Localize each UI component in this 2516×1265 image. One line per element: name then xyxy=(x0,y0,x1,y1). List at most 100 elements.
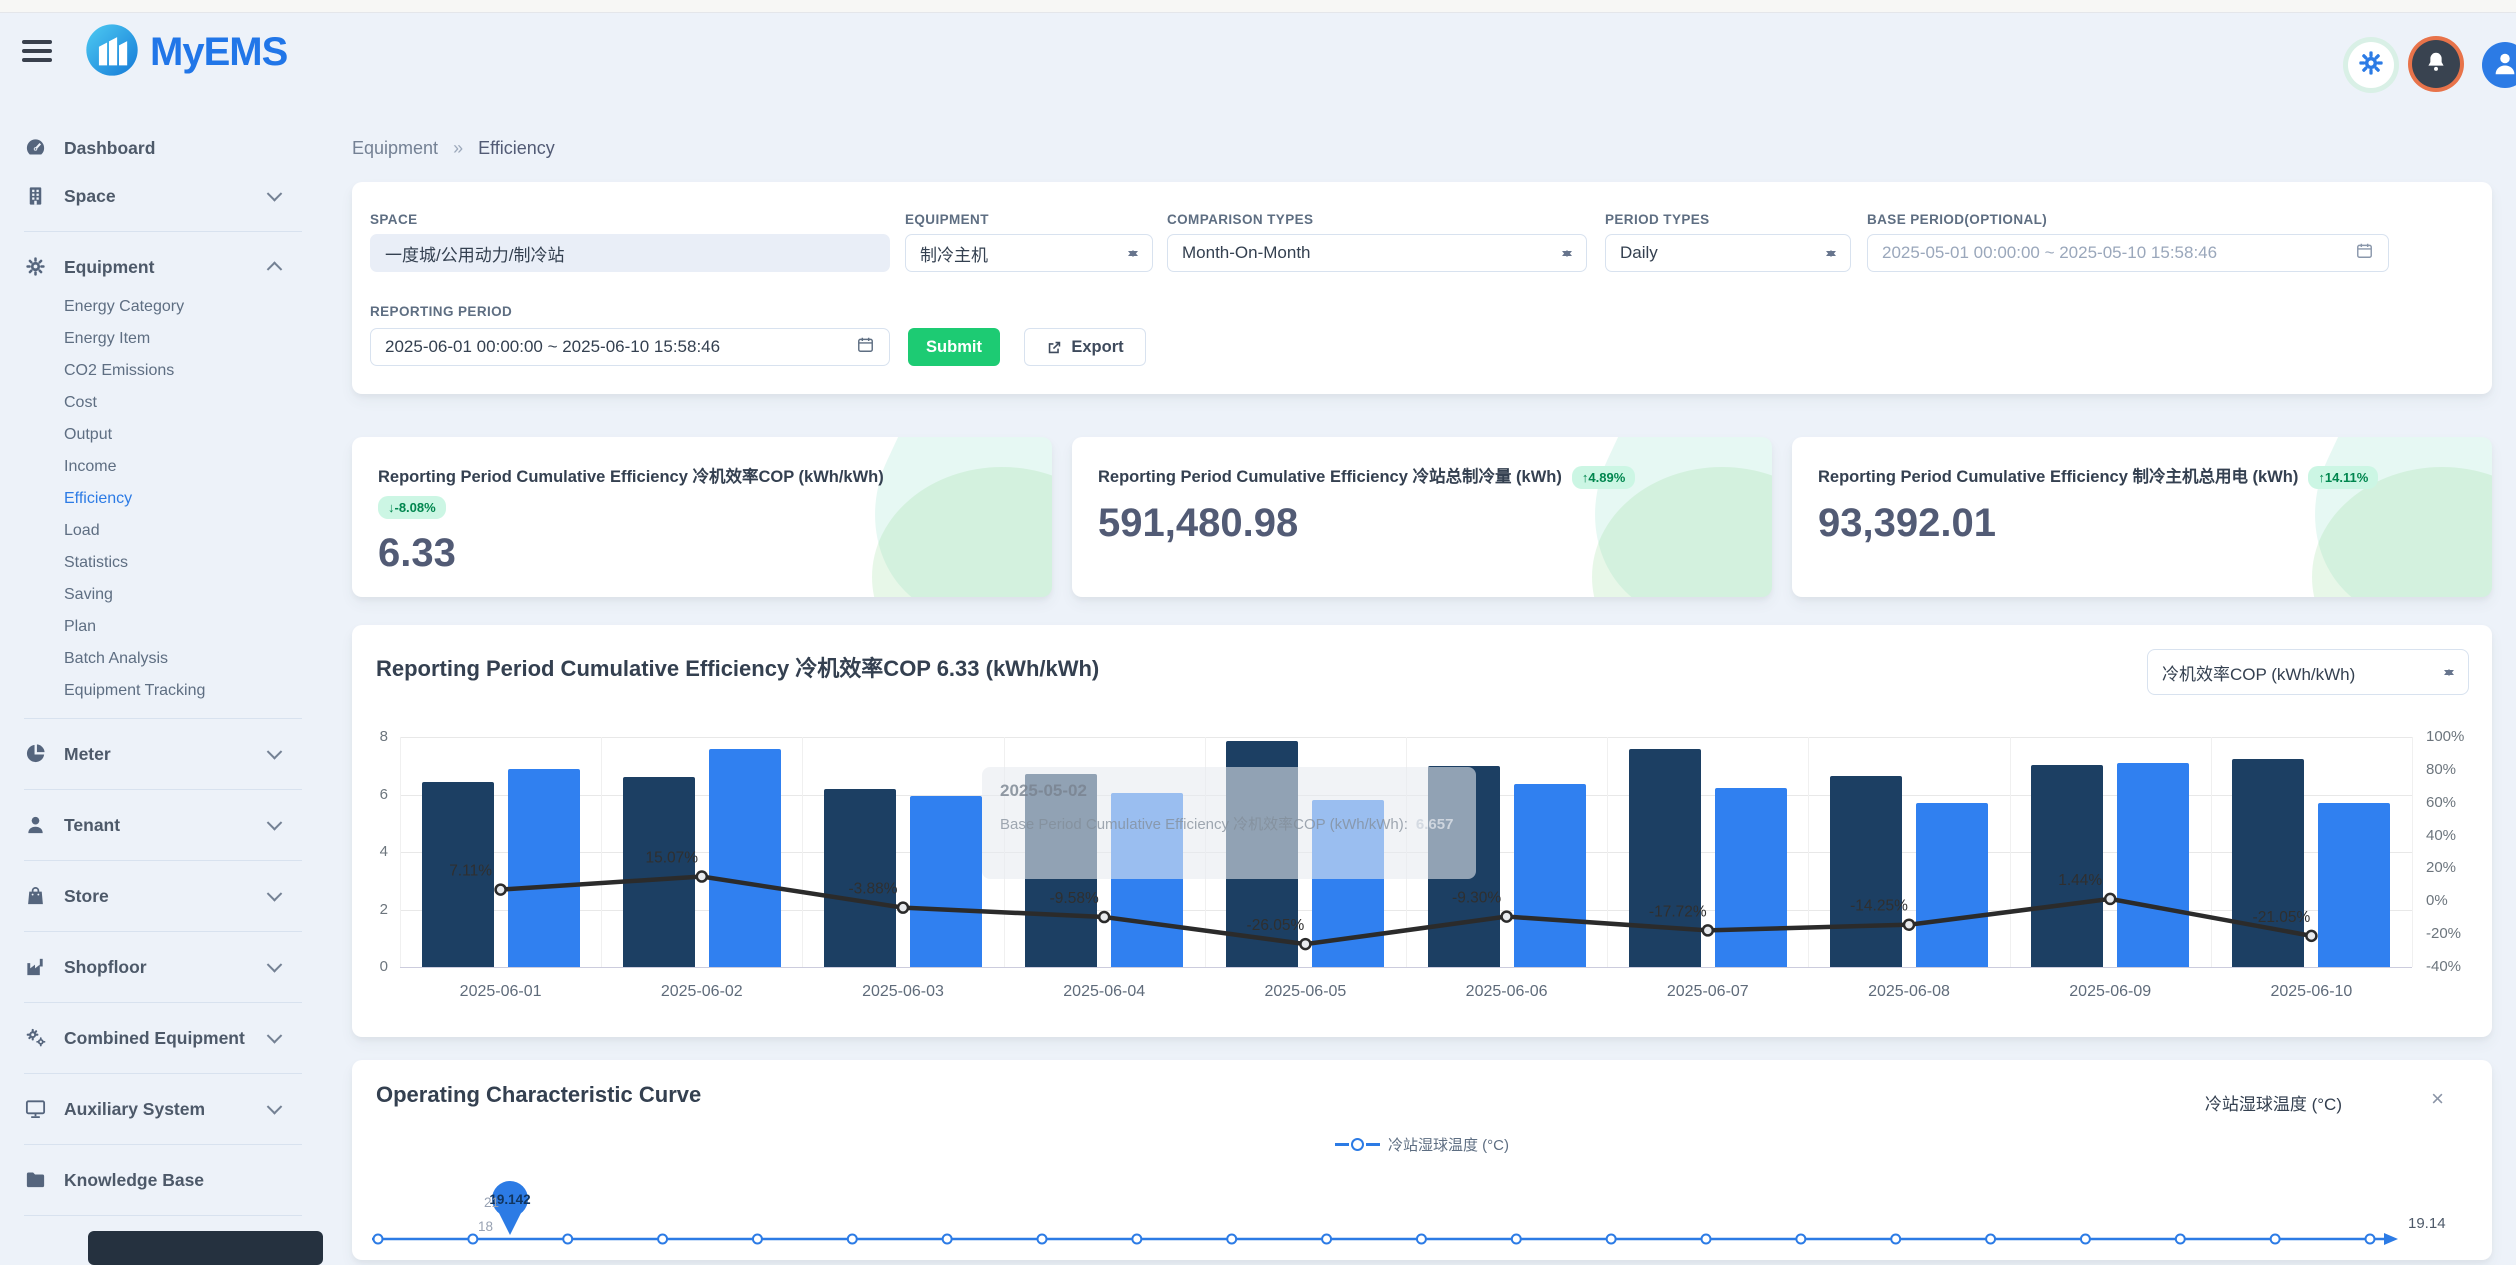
svg-text:7.11%: 7.11% xyxy=(449,863,492,880)
sidebar-item-co2-emissions[interactable]: CO2 Emissions xyxy=(0,355,322,387)
x-axis-tick: 2025-06-09 xyxy=(2010,983,2211,1001)
sidebar-item-space[interactable]: Space xyxy=(0,172,322,220)
sidebar-divider xyxy=(24,231,302,232)
kpi-title: Reporting Period Cumulative Efficiency 冷… xyxy=(378,468,884,486)
svg-text:15.07%: 15.07% xyxy=(646,850,699,867)
sidebar-item-income[interactable]: Income xyxy=(0,451,322,483)
sidebar-divider xyxy=(24,1215,302,1216)
sidebar-nav: Dashboard Space EquipmentEnergy CategoryEn… xyxy=(0,110,322,1227)
kpi-trend-badge: ↓-8.08% xyxy=(378,496,446,519)
y-axis-tick: 0 xyxy=(352,958,388,975)
sidebar-item-combined-equipment[interactable]: Combined Equipment xyxy=(0,1014,322,1062)
settings-gear-button[interactable] xyxy=(2348,42,2394,88)
sidebar-item-cost[interactable]: Cost xyxy=(0,387,322,419)
curve-end-value: 19.14 xyxy=(2408,1215,2446,1232)
user-avatar-icon xyxy=(2490,48,2516,83)
sidebar-item-equipment[interactable]: Equipment xyxy=(0,243,322,291)
parameter-select[interactable]: 冷机效率COP (kWh/kWh) xyxy=(2147,649,2469,695)
kpi-value: 6.33 xyxy=(378,531,1026,576)
sidebar-item-meter[interactable]: Meter xyxy=(0,730,322,778)
gear-icon xyxy=(2357,49,2385,82)
chevron-down-icon xyxy=(267,744,283,760)
curve-parameter-chip[interactable]: 冷站湿球温度 (°C) xyxy=(2205,1090,2342,1115)
myems-logo-icon xyxy=(84,22,140,83)
sidebar-divider xyxy=(24,931,302,932)
y-axis-right-tick: 0% xyxy=(2426,892,2486,909)
y-axis-tick: 4 xyxy=(352,843,388,860)
sidebar-item-label: Dashboard xyxy=(64,138,155,159)
sidebar-item-knowledge-base[interactable]: Knowledge Base xyxy=(0,1156,322,1204)
chevron-down-icon xyxy=(267,186,283,202)
x-axis-tick: 2025-06-05 xyxy=(1205,983,1406,1001)
user-avatar[interactable] xyxy=(2482,42,2516,88)
y-axis-tick: 2 xyxy=(352,901,388,918)
monitor-icon xyxy=(24,1097,48,1121)
hamburger-menu-icon[interactable] xyxy=(22,40,52,62)
breadcrumb-parent[interactable]: Equipment xyxy=(352,138,438,158)
sidebar-item-store[interactable]: Store xyxy=(0,872,322,920)
x-axis-tick: 2025-06-07 xyxy=(1607,983,1808,1001)
y-axis-right-tick: 20% xyxy=(2426,859,2486,876)
bell-icon xyxy=(2423,49,2449,80)
legend-dot-icon xyxy=(1351,1138,1364,1151)
svg-text:-21.05%: -21.05% xyxy=(2253,909,2311,926)
close-icon[interactable]: × xyxy=(2431,1086,2444,1112)
period-types-label: PERIOD TYPES xyxy=(1605,212,1710,227)
sidebar-item-energy-category[interactable]: Energy Category xyxy=(0,291,322,323)
reporting-period-input[interactable]: 2025-06-01 00:00:00 ~ 2025-06-10 15:58:4… xyxy=(370,328,890,366)
comparison-types-label: COMPARISON TYPES xyxy=(1167,212,1313,227)
gear-icon xyxy=(24,255,48,279)
sidebar-item-batch-analysis[interactable]: Batch Analysis xyxy=(0,643,322,675)
svg-text:-3.88%: -3.88% xyxy=(848,881,897,898)
sidebar-divider xyxy=(24,789,302,790)
equipment-select[interactable]: 制冷主机 xyxy=(905,234,1153,272)
operating-curve-title: Operating Characteristic Curve xyxy=(376,1082,701,1108)
sidebar-item-auxiliary-system[interactable]: Auxiliary System xyxy=(0,1085,322,1133)
space-input[interactable]: 一度城/公用动力/制冷站 xyxy=(370,234,890,272)
sidebar-item-efficiency[interactable]: Efficiency xyxy=(0,483,322,515)
breadcrumb: Equipment » Efficiency xyxy=(352,138,555,159)
sidebar-item-saving[interactable]: Saving xyxy=(0,579,322,611)
export-icon xyxy=(1046,339,1063,356)
chevron-down-icon xyxy=(267,1028,283,1044)
select-caret-icon xyxy=(2444,664,2454,681)
comparison-types-select[interactable]: Month-On-Month xyxy=(1167,234,1587,272)
bag-icon xyxy=(24,884,48,908)
sidebar-item-label: Store xyxy=(64,886,109,907)
select-caret-icon xyxy=(1128,245,1138,262)
notifications-bell-button[interactable] xyxy=(2412,40,2460,88)
person-icon xyxy=(24,813,48,837)
curve-y-tick: 21 xyxy=(484,1195,499,1210)
sidebar-item-equipment-tracking[interactable]: Equipment Tracking xyxy=(0,675,322,707)
submit-button[interactable]: Submit xyxy=(908,328,1000,366)
export-button[interactable]: Export xyxy=(1024,328,1146,366)
equipment-label: EQUIPMENT xyxy=(905,212,989,227)
sidebar-item-statistics[interactable]: Statistics xyxy=(0,547,322,579)
y-axis-right-tick: -20% xyxy=(2426,925,2486,942)
curve-legend[interactable]: 冷站湿球温度 (°C) xyxy=(352,1134,2492,1155)
sidebar-item-shopfloor[interactable]: Shopfloor xyxy=(0,943,322,991)
period-types-select[interactable]: Daily xyxy=(1605,234,1851,272)
calendar-icon xyxy=(856,335,875,359)
sidebar-item-output[interactable]: Output xyxy=(0,419,322,451)
base-period-input[interactable]: 2025-05-01 00:00:00 ~ 2025-05-10 15:58:4… xyxy=(1867,234,2389,272)
sidebar-divider xyxy=(24,718,302,719)
breadcrumb-separator: » xyxy=(453,138,463,158)
sidebar-item-load[interactable]: Load xyxy=(0,515,322,547)
efficiency-chart-card: Reporting Period Cumulative Efficiency 冷… xyxy=(352,625,2492,1037)
sidebar-divider xyxy=(24,1073,302,1074)
brand-logo[interactable]: MyEMS xyxy=(84,22,287,83)
sidebar-item-label: Auxiliary System xyxy=(64,1099,205,1120)
kpi-value: 591,480.98 xyxy=(1098,501,1746,546)
x-axis-tick: 2025-06-03 xyxy=(802,983,1003,1001)
sidebar-bottom-bar xyxy=(88,1231,323,1265)
sidebar-item-plan[interactable]: Plan xyxy=(0,611,322,643)
sidebar-divider xyxy=(24,860,302,861)
x-axis-line xyxy=(400,967,2412,968)
base-period-label: BASE PERIOD(OPTIONAL) xyxy=(1867,212,2047,227)
sidebar-item-tenant[interactable]: Tenant xyxy=(0,801,322,849)
sidebar-item-energy-item[interactable]: Energy Item xyxy=(0,323,322,355)
sidebar-item-dashboard[interactable]: Dashboard xyxy=(0,124,322,172)
kpi-value: 93,392.01 xyxy=(1818,501,2466,546)
curve-plot: 19.142211819.14 xyxy=(352,1155,2492,1260)
